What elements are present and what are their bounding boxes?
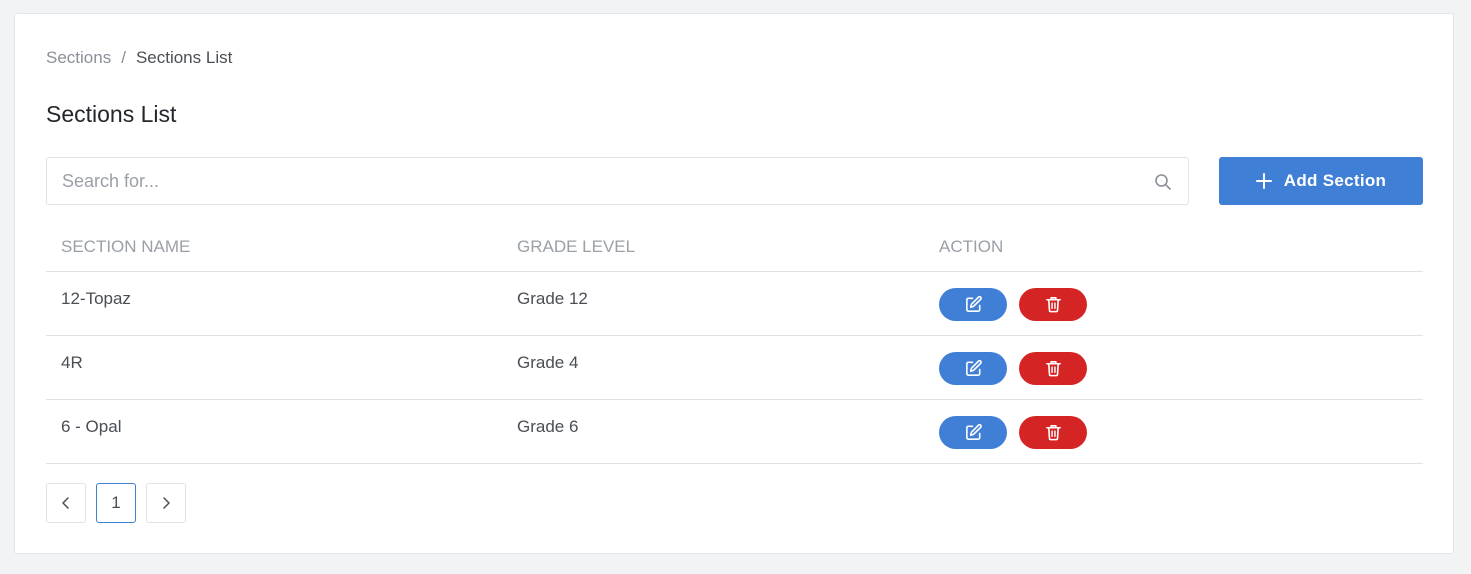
- section-name: 6 - Opal: [61, 417, 122, 436]
- page-title: Sections List: [46, 101, 177, 127]
- trash-icon: [1045, 360, 1061, 376]
- action-cell: [924, 271, 1423, 336]
- delete-button[interactable]: [1019, 287, 1087, 321]
- section-name: 4R: [61, 353, 83, 372]
- chevron-right-icon: [163, 497, 170, 509]
- section-name-cell: 6 - Opal: [46, 399, 502, 464]
- sections-table: SECTION NAME GRADE LEVEL ACTION 12-Topaz…: [46, 224, 1423, 464]
- pagination: 1: [46, 483, 186, 523]
- edit-icon: [965, 359, 982, 376]
- section-name-cell: 12-Topaz: [46, 271, 502, 336]
- sections-card: Sections / Sections List Sections List A…: [14, 13, 1454, 554]
- grade-level: Grade 6: [517, 417, 579, 436]
- header-action: ACTION: [924, 224, 1423, 272]
- edit-button[interactable]: [939, 287, 1007, 321]
- delete-button[interactable]: [1019, 415, 1087, 449]
- table-row: 4R Grade 4: [46, 335, 1423, 400]
- grade-level-cell: Grade 4: [502, 335, 924, 400]
- edit-button[interactable]: [939, 351, 1007, 385]
- table-row: 12-Topaz Grade 12: [46, 271, 1423, 336]
- prev-page-button[interactable]: [46, 483, 86, 523]
- plus-icon: [1255, 173, 1272, 189]
- add-section-button[interactable]: Add Section: [1219, 157, 1423, 205]
- trash-icon: [1045, 296, 1061, 312]
- page-1-button[interactable]: 1: [96, 483, 136, 523]
- section-name-cell: 4R: [46, 335, 502, 400]
- action-cell: [924, 399, 1423, 464]
- table-header-row: SECTION NAME GRADE LEVEL ACTION: [46, 224, 1423, 272]
- edit-icon: [965, 295, 982, 312]
- edit-icon: [965, 423, 982, 440]
- breadcrumb-separator: /: [121, 48, 126, 67]
- search-input[interactable]: [47, 158, 1188, 204]
- table-row: 6 - Opal Grade 6: [46, 399, 1423, 464]
- next-page-button[interactable]: [146, 483, 186, 523]
- grade-level: Grade 12: [517, 289, 588, 308]
- breadcrumb-current: Sections List: [135, 48, 233, 67]
- add-section-label: Add Section: [1283, 171, 1387, 190]
- trash-icon: [1045, 424, 1061, 440]
- grade-level-cell: Grade 6: [502, 399, 924, 464]
- delete-button[interactable]: [1019, 351, 1087, 385]
- search-box: [46, 157, 1189, 205]
- section-name: 12-Topaz: [61, 289, 131, 308]
- header-grade-level[interactable]: GRADE LEVEL: [502, 224, 924, 272]
- edit-button[interactable]: [939, 415, 1007, 449]
- chevron-left-icon: [62, 497, 69, 509]
- grade-level: Grade 4: [517, 353, 579, 372]
- search-icon[interactable]: [1154, 173, 1172, 191]
- breadcrumb-sections-link[interactable]: Sections: [46, 48, 111, 68]
- breadcrumb: Sections / Sections List: [46, 48, 232, 68]
- grade-level-cell: Grade 12: [502, 271, 924, 336]
- header-section-name[interactable]: SECTION NAME: [46, 224, 502, 272]
- action-cell: [924, 335, 1423, 400]
